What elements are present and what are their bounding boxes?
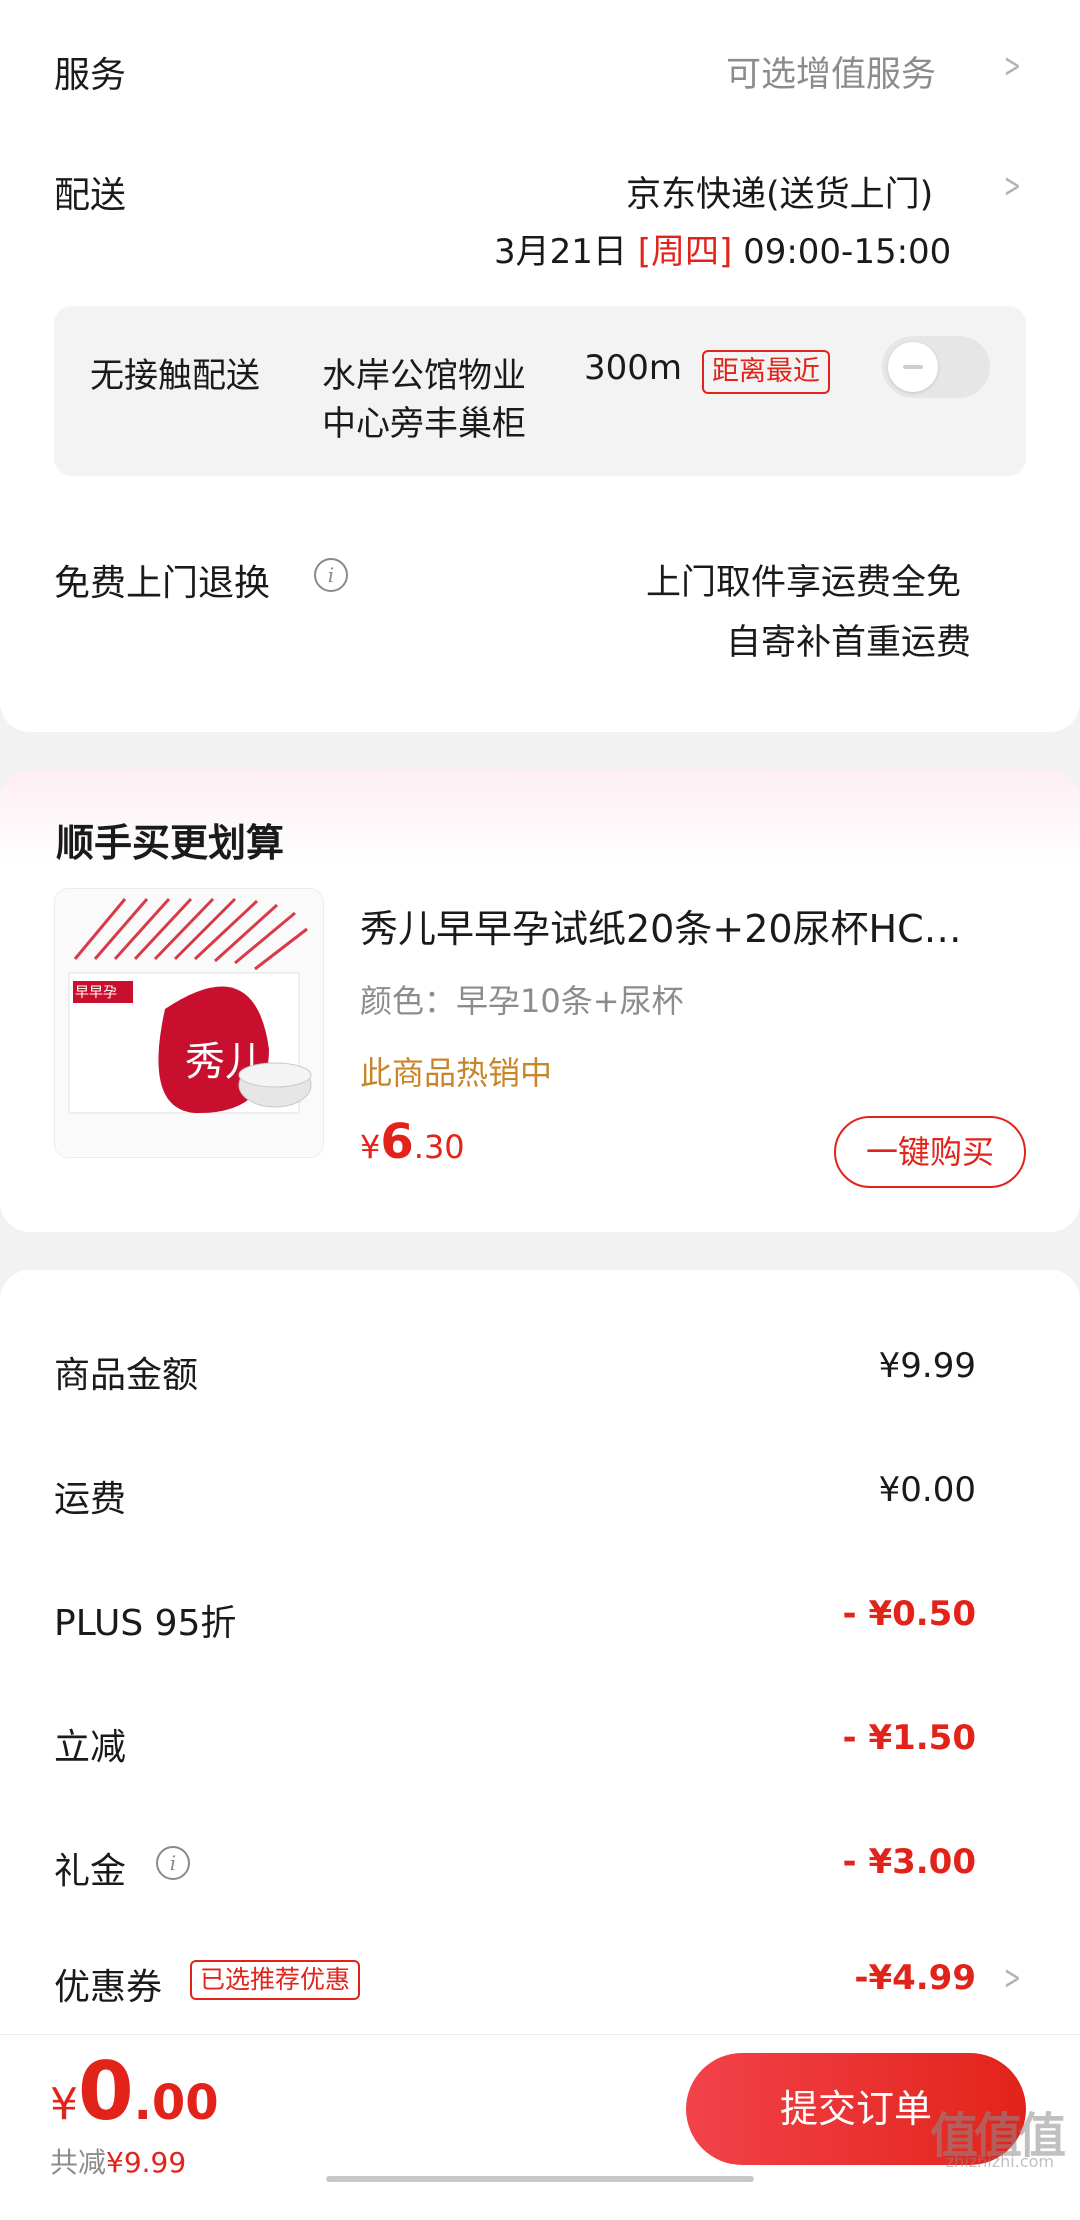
delivery-time: 09:00-15:00 — [743, 232, 952, 272]
pickup-distance: 300m — [584, 348, 683, 388]
summary-label-shipping: 运费 — [54, 1479, 127, 1520]
returns-label: 免费上门退换 — [54, 563, 271, 604]
chevron-right-icon[interactable]: > — [1004, 1958, 1021, 1998]
nearest-tag: 距离最近 — [702, 350, 830, 394]
service-value: 可选增值服务 — [726, 55, 937, 95]
delivery-slot[interactable]: 3月21日 [周四] 09:00-15:00 — [494, 224, 951, 273]
contactless-toggle[interactable] — [882, 336, 990, 398]
product-spec: 颜色：早孕10条+尿杯 — [360, 982, 684, 1020]
pickup-location-line2: 中心旁丰巢柜 — [322, 404, 526, 444]
summary-value-coupon[interactable]: -¥4.99 — [854, 1958, 976, 1998]
summary-label-coupon: 优惠券 — [54, 1967, 163, 2008]
watermark-url: zhizhizhi.com — [945, 2152, 1054, 2171]
product-price: ¥6.30 — [360, 1114, 465, 1170]
box-label-text: 早早孕 — [75, 985, 117, 1001]
product-image[interactable]: 早早孕 秀儿 — [54, 888, 324, 1158]
delivery-weekday: [周四] — [637, 232, 733, 272]
returns-line1: 上门取件享运费全免 — [646, 563, 962, 603]
home-indicator[interactable] — [326, 2176, 754, 2182]
delivery-carrier[interactable]: 京东快递(送货上门) — [626, 166, 933, 217]
delivery-date: 3月21日 — [494, 232, 627, 272]
addon-card: 顺手买更划算 早早孕 秀儿 秀儿早早孕试纸20条+20尿杯HC… 颜色：早孕10… — [0, 770, 1080, 1232]
addon-section-title: 顺手买更划算 — [56, 821, 285, 865]
service-option-link[interactable]: 可选增值服务 — [726, 46, 936, 97]
contactless-label: 无接触配送 — [90, 356, 260, 396]
delivery-label: 配送 — [54, 175, 127, 216]
contactless-box: 无接触配送 水岸公馆物业 中心旁丰巢柜 300m 距离最近 — [54, 306, 1026, 476]
summary-label-instant-discount: 立减 — [54, 1727, 127, 1768]
total-saved: 共减¥9.99 — [50, 2146, 187, 2179]
checkout-bar: ¥0.00 共减¥9.99 提交订单 — [0, 2034, 1080, 2185]
summary-value-shipping: ¥0.00 — [878, 1470, 976, 1510]
chevron-right-icon[interactable]: > — [1004, 166, 1021, 206]
summary-label-goods: 商品金额 — [54, 1355, 199, 1396]
delivery-card: 服务 可选增值服务 > 配送 京东快递(送货上门) > 3月21日 [周四] 0… — [0, 0, 1080, 732]
pickup-location-line1: 水岸公馆物业 — [322, 356, 526, 396]
summary-value-goods: ¥9.99 — [878, 1346, 976, 1386]
summary-label-plus: PLUS 95折 — [54, 1603, 237, 1644]
service-label: 服务 — [54, 55, 127, 96]
one-click-buy-button[interactable]: 一键购买 — [834, 1116, 1026, 1188]
hot-sale-label: 此商品热销中 — [360, 1054, 553, 1092]
total-price: ¥0.00 — [50, 2045, 219, 2138]
info-icon[interactable]: i — [156, 1846, 190, 1880]
coupon-recommend-tag: 已选推荐优惠 — [190, 1960, 361, 2000]
toggle-knob — [888, 342, 938, 392]
info-icon[interactable]: i — [314, 558, 348, 592]
returns-line2: 自寄补首重运费 — [726, 623, 972, 663]
summary-value-plus: - ¥0.50 — [842, 1594, 977, 1634]
product-title[interactable]: 秀儿早早孕试纸20条+20尿杯HC… — [360, 898, 1020, 953]
product-box-illustration: 早早孕 秀儿 — [55, 889, 323, 1157]
summary-value-gift: - ¥3.00 — [842, 1842, 977, 1882]
summary-label-gift: 礼金 — [54, 1851, 127, 1892]
chevron-right-icon[interactable]: > — [1004, 46, 1021, 86]
summary-value-instant-discount: - ¥1.50 — [842, 1718, 977, 1758]
